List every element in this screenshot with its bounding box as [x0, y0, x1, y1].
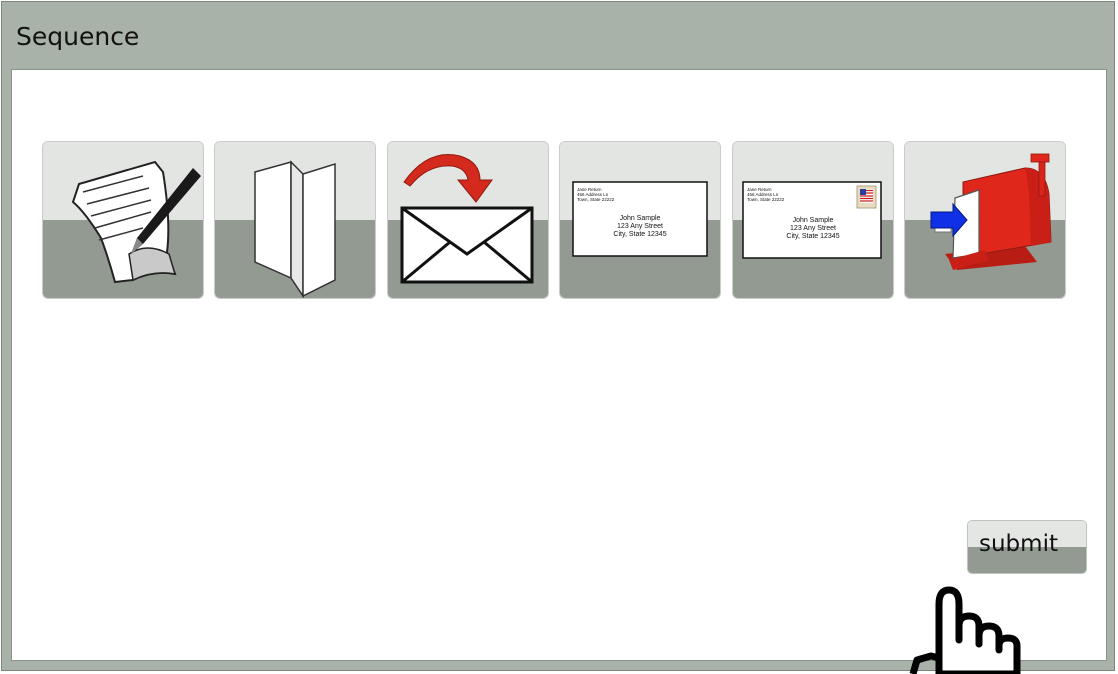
step-tile-stamp-envelope[interactable]: Jane Return 456 Address Ln Town, State 2… — [733, 142, 893, 298]
addressed-envelope-icon: Jane Return 456 Address Ln Town, State 2… — [572, 181, 708, 257]
recipient-line-1: John Sample — [620, 215, 661, 222]
stamped-envelope-icon: Jane Return 456 Address Ln Town, State 2… — [742, 181, 882, 259]
return-address-line-3: Town, State 22222 — [747, 197, 785, 202]
write-letter-icon — [71, 160, 201, 284]
step-tile-write-letter[interactable] — [43, 142, 203, 298]
recipient-line-2: 123 Any Street — [790, 225, 836, 232]
recipient-line-3: City, State 12345 — [613, 231, 666, 238]
insert-into-envelope-icon — [400, 154, 534, 284]
folded-letter-icon — [254, 160, 336, 298]
step-tile-mailbox[interactable] — [905, 142, 1065, 298]
step-tile-fold-letter[interactable] — [215, 142, 375, 298]
sequence-window: Sequence Jane Return 456 Address Ln Town… — [1, 1, 1115, 671]
submit-button-label: submit — [979, 531, 1058, 557]
hand-pointer-cursor-icon — [909, 586, 1021, 674]
mailbox-icon — [930, 153, 1052, 270]
window-title: Sequence — [16, 22, 140, 51]
recipient-line-1: John Sample — [793, 217, 834, 224]
return-address-line-3: Town, State 22222 — [577, 197, 615, 202]
stamp-icon — [856, 185, 877, 209]
recipient-line-2: 123 Any Street — [617, 223, 663, 230]
step-tile-address-envelope[interactable]: Jane Return 456 Address Ln Town, State 2… — [560, 142, 720, 298]
sequence-area: Jane Return 456 Address Ln Town, State 2… — [11, 69, 1107, 661]
step-tile-insert-envelope[interactable] — [388, 142, 548, 298]
submit-button[interactable]: submit — [968, 521, 1086, 573]
recipient-line-3: City, State 12345 — [786, 233, 839, 240]
